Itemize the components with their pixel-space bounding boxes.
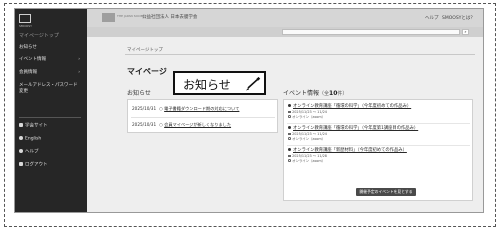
- sidebar-item-label: お知らせ: [19, 45, 37, 50]
- divider: [287, 123, 470, 124]
- globe-icon: [19, 136, 23, 140]
- logo-icon[interactable]: [19, 14, 31, 23]
- sidebar-item-member-info[interactable]: 会員情報 ›: [19, 70, 83, 76]
- sidebar-item-english[interactable]: English: [19, 136, 83, 143]
- location-icon: [288, 159, 291, 162]
- chevron-right-icon: ›: [78, 57, 80, 62]
- sidebar-item-label: 学会サイト: [25, 123, 48, 129]
- news-date: 2025/10/31: [132, 106, 157, 111]
- events-title-text: イベント情報: [283, 90, 320, 97]
- sidebar-item-email-password[interactable]: メールアドレス・パスワード変更: [19, 83, 81, 95]
- list-item[interactable]: 2025/10/31 ○ 会員マイページが新しくなりました: [132, 122, 231, 128]
- sidebar-item-society-site[interactable]: 学会サイト: [19, 123, 83, 130]
- bullet-icon: [288, 126, 291, 129]
- calendar-icon: [288, 110, 291, 114]
- search-input[interactable]: [282, 29, 460, 35]
- sidebar-item-label: 会員情報: [19, 70, 37, 75]
- event-location-text: オンライン（zoom）: [292, 114, 326, 119]
- help-link[interactable]: ヘルプ: [425, 15, 439, 21]
- news-list: 2025/10/31 ○ 電子書籍ダウンロード期の対応について 2025/10/3…: [127, 99, 278, 133]
- callout-label: お知らせ: [183, 78, 231, 92]
- divider: [287, 145, 470, 146]
- sidebar-item-label: メールアドレス・パスワード変更: [19, 83, 78, 94]
- page-title: マイページ: [127, 67, 167, 76]
- bullet-icon: [288, 104, 291, 107]
- search-bar: ⌕: [87, 27, 483, 37]
- sidebar-item-help[interactable]: ヘルプ: [19, 149, 83, 156]
- news-bullet: ○: [159, 122, 163, 127]
- location-icon: [288, 115, 291, 118]
- logo-caption: SMOOSY: [19, 24, 32, 28]
- event-location: オンライン（zoom）: [288, 115, 470, 120]
- event-item[interactable]: オンライン教育講座「新歴材料」（今年度初めての作品み） 2025/11/23 〜…: [288, 148, 470, 163]
- app-window: SMOOSY マイページトップ お知らせ イベント情報 › 会員情報 › メール…: [14, 8, 484, 213]
- about-link[interactable]: SMOOSYとは？: [442, 15, 475, 21]
- event-title: オンライン教育講座「新歴材料」（今年度初めての作品み）: [293, 148, 407, 153]
- event-location: オンライン（zoom）: [288, 159, 470, 164]
- sidebar-item-label: イベント情報: [19, 57, 46, 62]
- sidebar-item-events[interactable]: イベント情報 ›: [19, 57, 83, 63]
- event-date-text: 2025/11/23 〜 11/24: [292, 110, 327, 114]
- calendar-icon: [288, 132, 291, 136]
- divider: [131, 117, 275, 118]
- callout-box: お知らせ: [173, 71, 266, 95]
- sidebar-divider: [19, 117, 81, 118]
- events-section-title: イベント情報（全10件）: [283, 88, 347, 97]
- brand-name[interactable]: 公益社団法人 日本去膜学会: [142, 14, 197, 20]
- event-date-text: 2025/11/23 〜 11/24: [292, 132, 327, 136]
- news-link[interactable]: 会員マイページが新しくなりました: [164, 122, 231, 127]
- sidebar-item-label: English: [25, 136, 42, 142]
- sidebar-heading[interactable]: マイページトップ: [19, 32, 59, 39]
- news-link[interactable]: 電子書籍ダウンロード期の対応について: [164, 106, 239, 111]
- events-list: オンライン教育講座「循環の科学」（今年度初めての作品み） 2025/11/23 …: [283, 99, 473, 201]
- event-title: オンライン教育講座「循環の科学」（今年度第1講座目の作品み）: [293, 126, 419, 131]
- sidebar-item-news[interactable]: お知らせ: [19, 45, 83, 51]
- news-section-title: お知らせ: [127, 90, 151, 97]
- sidebar: SMOOSY マイページトップ お知らせ イベント情報 › 会員情報 › メール…: [15, 9, 87, 212]
- event-item[interactable]: オンライン教育講座「循環の科学」（今年度第1講座目の作品み） 2025/11/2…: [288, 126, 470, 141]
- pencil-icon: [246, 76, 261, 91]
- breadcrumb[interactable]: マイページトップ: [127, 47, 163, 53]
- events-count-prefix: （全: [319, 91, 330, 97]
- calendar-icon: [288, 154, 291, 158]
- help-icon: [19, 149, 23, 153]
- event-date-text: 2025/11/23 〜 11/28: [292, 154, 327, 158]
- more-events-button[interactable]: 開催予定のイベントを見とする: [356, 188, 416, 196]
- sidebar-item-label: ヘルプ: [25, 149, 39, 155]
- event-item[interactable]: オンライン教育講座「循環の科学」（今年度初めての作品み） 2025/11/23 …: [288, 104, 470, 119]
- sidebar-item-label: ログアウト: [25, 162, 48, 168]
- location-icon: [288, 137, 291, 140]
- event-location-text: オンライン（zoom）: [292, 136, 326, 141]
- home-icon: [19, 123, 23, 127]
- events-count-suffix: 件）: [337, 91, 348, 97]
- brand-logo[interactable]: [102, 13, 115, 22]
- logout-icon: [19, 162, 23, 166]
- list-item[interactable]: 2025/10/31 ○ 電子書籍ダウンロード期の対応について: [132, 106, 239, 112]
- bullet-icon: [288, 148, 291, 151]
- sidebar-item-logout[interactable]: ログアウト: [19, 162, 83, 169]
- search-icon[interactable]: ⌕: [462, 29, 469, 35]
- news-bullet: ○: [159, 106, 163, 111]
- news-date: 2025/10/31: [132, 122, 157, 127]
- chevron-right-icon: ›: [78, 70, 80, 75]
- breadcrumb-divider: [125, 54, 475, 55]
- event-location-text: オンライン（zoom）: [292, 158, 326, 163]
- event-title: オンライン教育講座「循環の科学」（今年度初めての作品み）: [293, 104, 412, 109]
- event-location: オンライン（zoom）: [288, 137, 470, 142]
- header-bar: THE JAPAN SOCIETY 公益社団法人 日本去膜学会 ヘルプ SMOO…: [87, 9, 483, 27]
